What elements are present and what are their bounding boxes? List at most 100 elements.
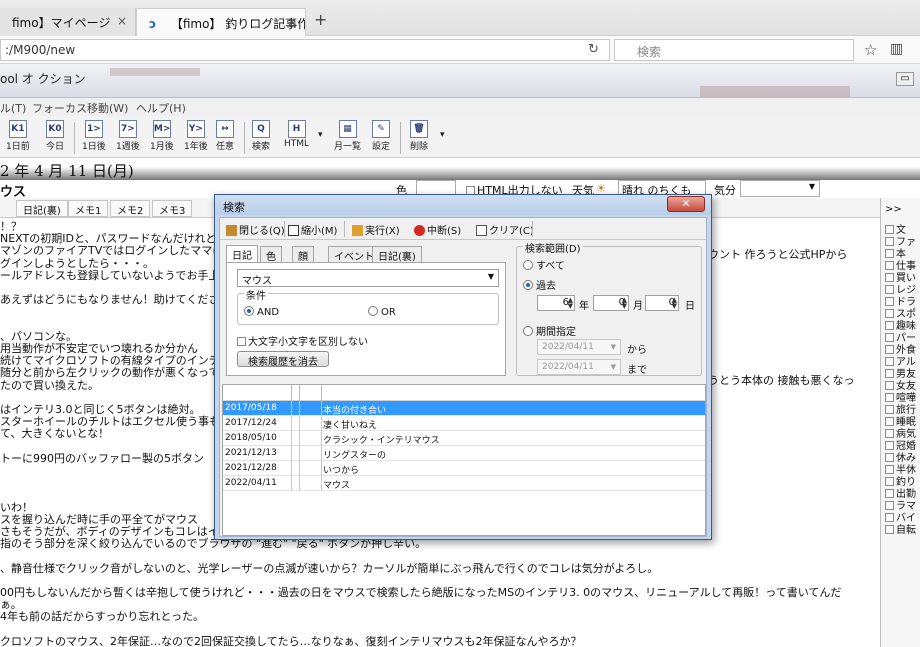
- category-item[interactable]: 冠婚: [881, 437, 920, 452]
- category-item[interactable]: ドラ: [881, 293, 920, 308]
- window-restore-icon[interactable]: ▭: [896, 72, 914, 86]
- html-button[interactable]: H HTML: [284, 120, 309, 149]
- category-item[interactable]: 半休: [881, 461, 920, 476]
- close-icon[interactable]: ×: [287, 15, 297, 29]
- all-radio[interactable]: すべて: [523, 257, 565, 272]
- html-dropdown-icon[interactable]: ▾: [318, 130, 323, 140]
- category-item[interactable]: 買い: [881, 269, 920, 284]
- category-item[interactable]: 釣り: [881, 473, 920, 488]
- checkbox[interactable]: [237, 337, 246, 346]
- abort-button[interactable]: 中断(S): [414, 222, 461, 237]
- menu-help[interactable]: ヘルプ(H): [136, 100, 186, 116]
- tab-memo1[interactable]: メモ1: [68, 200, 109, 217]
- dialog-title-bar[interactable]: 検索 ✕: [215, 195, 711, 215]
- category-item[interactable]: 仕事: [881, 257, 920, 272]
- category-item[interactable]: バイ: [881, 509, 920, 524]
- delete-button[interactable]: 🗑 削除: [410, 120, 428, 152]
- result-row[interactable]: 2017/12/24 凄く甘いねえ: [223, 416, 705, 431]
- tab-article-edit[interactable]: ↄ 【fimo】 釣りログ記事作成 ×: [136, 8, 306, 36]
- tab-color[interactable]: 色: [260, 246, 282, 263]
- tab-memo2[interactable]: メモ2: [110, 200, 151, 217]
- category-item[interactable]: 外食: [881, 341, 920, 356]
- menu-tools[interactable]: ル(T): [0, 100, 26, 116]
- tab-diary-back[interactable]: 日記(裏): [372, 246, 422, 263]
- category-item[interactable]: 男友: [881, 365, 920, 380]
- settings-button[interactable]: ✎ 設定: [372, 120, 390, 152]
- run-button[interactable]: 実行(X): [352, 222, 400, 237]
- from-date-field[interactable]: 2022/04/11 ▼: [537, 339, 621, 355]
- reload-icon[interactable]: ↻: [588, 42, 599, 57]
- radio-selected[interactable]: [523, 280, 533, 290]
- next-year-button[interactable]: Y> 1年後: [184, 120, 208, 152]
- spin-arrows-icon[interactable]: ▲ ▼: [568, 297, 573, 310]
- category-item[interactable]: 喧嘩: [881, 389, 920, 404]
- side-pane-toggle[interactable]: >>: [881, 198, 920, 221]
- category-item[interactable]: 病気: [881, 425, 920, 440]
- month-list-button[interactable]: ▦ 月一覧: [334, 120, 361, 152]
- keyword-combobox[interactable]: マウス ▼: [237, 269, 499, 287]
- result-row[interactable]: 2021/12/13 リングスターの: [223, 446, 705, 461]
- category-item[interactable]: パー: [881, 329, 920, 344]
- bookmark-star-icon[interactable]: ☆: [864, 41, 877, 59]
- result-row[interactable]: 2017/05/18 本当の付き合い: [223, 401, 705, 416]
- category-item[interactable]: 女友: [881, 377, 920, 392]
- radio-unselected[interactable]: [523, 260, 533, 270]
- tab-diary-back[interactable]: 日記(裏): [16, 200, 68, 217]
- or-radio[interactable]: OR: [368, 306, 396, 318]
- category-item[interactable]: 趣味: [881, 317, 920, 332]
- chevron-down-icon[interactable]: ▼: [611, 363, 616, 371]
- shrink-button[interactable]: 縮小(M): [288, 222, 337, 237]
- library-icon[interactable]: ▥: [890, 41, 903, 57]
- category-item[interactable]: 出勤: [881, 485, 920, 500]
- category-item[interactable]: スポ: [881, 305, 920, 320]
- spin-arrows-icon[interactable]: ▲ ▼: [672, 297, 677, 310]
- category-item[interactable]: アル: [881, 353, 920, 368]
- category-item[interactable]: ラマ: [881, 497, 920, 512]
- new-tab-button[interactable]: +: [314, 10, 327, 29]
- category-item[interactable]: 休み: [881, 449, 920, 464]
- past-radio[interactable]: 過去: [523, 277, 556, 292]
- category-item[interactable]: 自転: [881, 521, 920, 536]
- next-day-button[interactable]: 1> 1日後: [82, 120, 106, 152]
- next-month-button[interactable]: M> 1月後: [150, 120, 174, 152]
- tab-memo3[interactable]: メモ3: [152, 200, 193, 217]
- result-row[interactable]: 2021/12/28 いつから: [223, 461, 705, 476]
- tab-diary[interactable]: 日記: [226, 245, 258, 262]
- past-months-stepper[interactable]: 0 ▲ ▼: [593, 295, 629, 311]
- chevron-down-icon[interactable]: ▼: [611, 343, 616, 351]
- category-item[interactable]: レジ: [881, 281, 920, 296]
- today-button[interactable]: K0 今日: [46, 120, 64, 152]
- category-item[interactable]: 旅行: [881, 401, 920, 416]
- and-radio[interactable]: AND: [244, 306, 279, 318]
- clear-history-button[interactable]: 検索履歴を消去: [237, 351, 329, 368]
- prev-day-button[interactable]: K1 1日前: [6, 120, 30, 152]
- radio-unselected[interactable]: [368, 306, 378, 316]
- mood-select[interactable]: ▼: [740, 180, 820, 197]
- chevron-down-icon[interactable]: ▼: [488, 272, 494, 281]
- radio-selected[interactable]: [244, 306, 254, 316]
- past-days-stepper[interactable]: 0 ▲ ▼: [645, 295, 679, 311]
- tab-mypage[interactable]: fimo】マイページ ×: [0, 8, 136, 36]
- checkbox[interactable]: [885, 525, 894, 534]
- category-item[interactable]: 睡眠: [881, 413, 920, 428]
- result-row[interactable]: 2018/05/10 クラシック・インテリマウス: [223, 431, 705, 446]
- to-date-field[interactable]: 2022/04/11 ▼: [537, 359, 621, 375]
- dialog-close-button[interactable]: ✕: [667, 196, 705, 212]
- close-icon[interactable]: ×: [117, 14, 127, 28]
- period-radio[interactable]: 期間指定: [523, 323, 576, 338]
- any-date-button[interactable]: ↔ 任意: [216, 120, 234, 152]
- menu-focus-move[interactable]: フォーカス移動(W): [32, 100, 128, 116]
- past-years-stepper[interactable]: 6 ▲ ▼: [537, 295, 575, 311]
- close-dialog-button[interactable]: 閉じる(Q): [226, 222, 285, 237]
- radio-unselected[interactable]: [523, 326, 533, 336]
- next-week-button[interactable]: 7> 1週後: [116, 120, 140, 152]
- search-button[interactable]: Q 検索: [252, 120, 270, 152]
- url-field[interactable]: :/M900/new: [0, 39, 610, 61]
- delete-dropdown-icon[interactable]: ▾: [440, 130, 445, 140]
- spin-arrows-icon[interactable]: ▲ ▼: [622, 297, 627, 310]
- clear-button[interactable]: クリア(C): [476, 222, 534, 237]
- browser-search-input[interactable]: 検索: [614, 39, 854, 61]
- tab-face[interactable]: 顔: [292, 246, 314, 263]
- result-row[interactable]: 2022/04/11 マウス: [223, 476, 705, 491]
- category-item[interactable]: 文: [881, 221, 920, 236]
